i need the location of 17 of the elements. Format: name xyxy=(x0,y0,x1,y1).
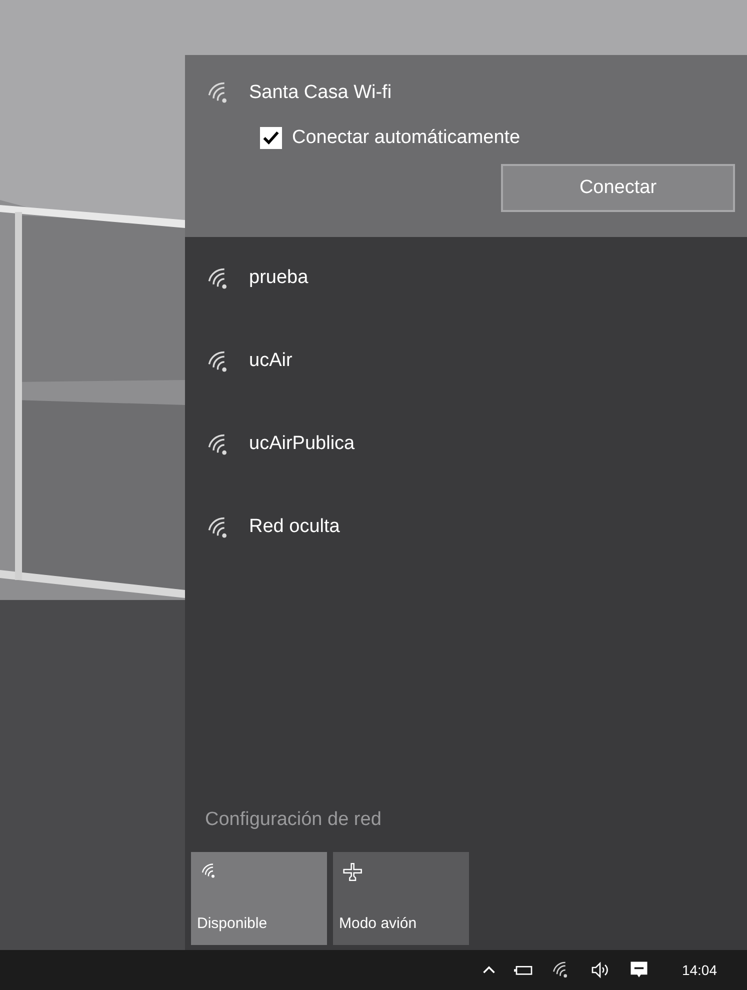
network-item[interactable]: Santa Casa Wi-fi Conectar automáticamente Conectar xyxy=(185,55,747,237)
checkbox[interactable] xyxy=(260,126,282,149)
network-item[interactable]: ucAirPublica xyxy=(185,403,747,486)
network-item[interactable]: prueba xyxy=(185,237,747,320)
quick-action-tile[interactable]: Modo avión xyxy=(333,852,469,945)
airplane-icon xyxy=(343,862,363,882)
connect-button[interactable]: Conectar xyxy=(501,164,735,212)
network-settings-link[interactable]: Configuración de red xyxy=(205,806,747,834)
network-item[interactable]: ucAir xyxy=(185,320,747,403)
quick-action-tile[interactable]: Disponible xyxy=(191,852,327,945)
network-name: Santa Casa Wi-fi xyxy=(249,81,392,105)
battery-icon[interactable] xyxy=(514,963,534,977)
network-item[interactable]: Red oculta xyxy=(185,486,747,569)
checkmark-icon xyxy=(262,128,280,147)
speaker-icon[interactable] xyxy=(590,960,610,980)
clock-time[interactable]: 14:04 xyxy=(682,960,717,980)
checkbox-label: Conectar automáticamente xyxy=(292,126,520,150)
